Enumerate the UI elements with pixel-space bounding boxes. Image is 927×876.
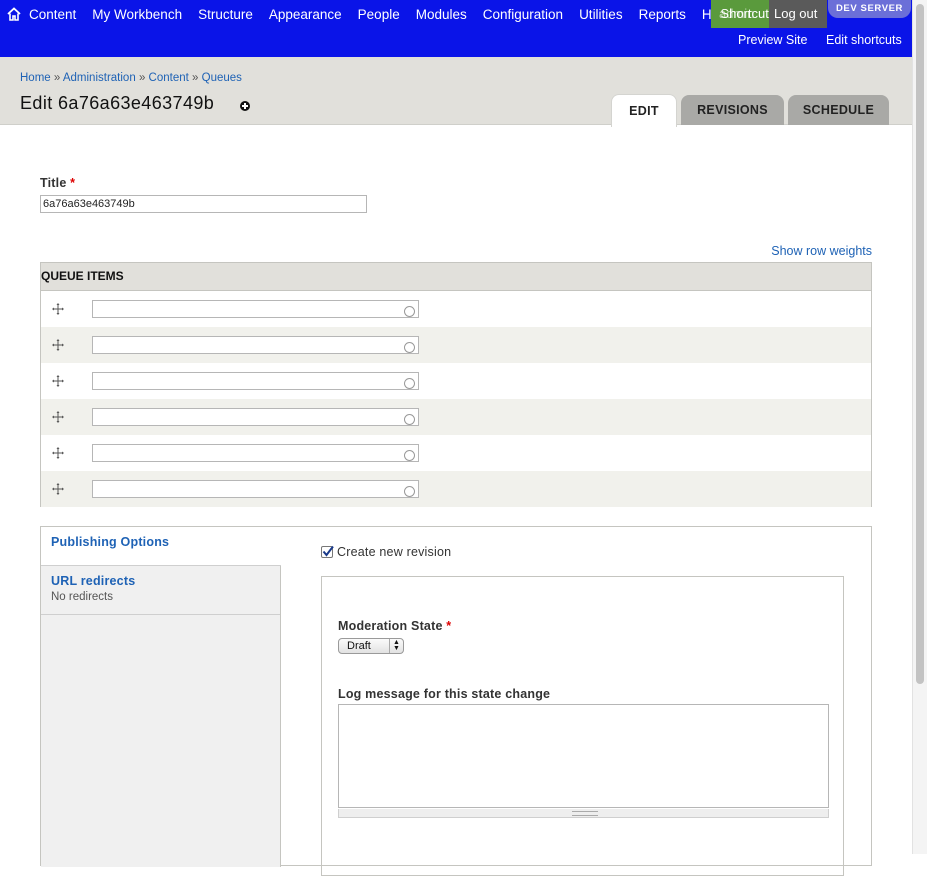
create-revision-label[interactable]: Create new revision [337,545,451,559]
menu-item-appearance[interactable]: Appearance [269,7,342,22]
title-label: Title * [40,176,75,190]
checkmark-icon [322,545,334,557]
vertical-tabs-menu: Publishing Options URL redirects No redi… [41,527,281,867]
edit-shortcuts-link[interactable]: Edit shortcuts [826,33,902,47]
breadcrumb-separator: » [138,72,146,84]
queue-items-header: QUEUE ITEMS [41,263,871,291]
vtab-publishing-title[interactable]: Publishing Options [51,535,271,549]
show-row-weights-link[interactable]: Show row weights [771,244,872,258]
title-input[interactable] [40,195,367,213]
menu-item-my-workbench[interactable]: My Workbench [92,7,182,22]
moderation-state-label-text: Moderation State [338,619,443,633]
queue-item-row [41,327,871,363]
vtab-redirects-summary: No redirects [51,591,113,603]
queue-item-row [41,363,871,399]
autocomplete-throbber-icon [404,306,415,317]
menu-item-configuration[interactable]: Configuration [483,7,563,22]
required-marker: * [446,619,452,633]
queue-item-autocomplete-input[interactable] [92,372,419,390]
create-revision-field[interactable]: Create new revision [321,545,451,559]
menu-item-modules[interactable]: Modules [416,7,467,22]
queue-items-table: QUEUE ITEMS [40,262,872,507]
moderation-state-select[interactable]: Draft ▲ ▼ [338,638,404,654]
queue-item-autocomplete-input[interactable] [92,480,419,498]
home-icon[interactable] [6,6,22,22]
menu-item-reports[interactable]: Reports [639,7,686,22]
log-message-textarea[interactable] [338,704,829,808]
drag-handle-icon[interactable] [52,375,64,387]
breadcrumb-home[interactable]: Home [20,72,51,84]
env-badge: DEV SERVER [828,0,911,18]
required-marker: * [70,176,76,190]
queue-item-row [41,399,871,435]
preview-site-link[interactable]: Preview Site [738,33,807,47]
autocomplete-throbber-icon [404,342,415,353]
menu-item-content[interactable]: Content [29,7,76,22]
scrollbar-thumb[interactable] [916,4,924,684]
queue-item-autocomplete-input[interactable] [92,408,419,426]
breadcrumb: Home » Administration » Content » Queues [20,72,242,84]
breadcrumb-separator: » [192,72,199,84]
vertical-tabs: Publishing Options URL redirects No redi… [40,526,872,876]
create-revision-checkbox[interactable] [321,545,334,558]
toolbar-menu: Content My Workbench Structure Appearanc… [29,0,746,28]
queue-item-row [41,291,871,327]
queue-item-autocomplete-input[interactable] [92,300,419,318]
moderation-fieldset: Moderation State * Draft ▲ ▼ Log message … [321,576,844,876]
select-arrows-icon: ▲ ▼ [389,639,403,653]
queue-item-row [41,471,871,507]
log-message-label: Log message for this state change [338,687,551,701]
autocomplete-throbber-icon [404,414,415,425]
vtab-publishing-options[interactable]: Publishing Options [41,527,281,566]
textarea-resize-bar[interactable] [338,809,829,818]
queue-item-autocomplete-input[interactable] [92,444,419,462]
vtab-url-redirects[interactable]: URL redirects No redirects [41,566,280,615]
autocomplete-throbber-icon [404,378,415,389]
breadcrumb-administration[interactable]: Administration [63,72,136,84]
tab-schedule[interactable]: SCHEDULE [788,95,889,125]
shortcuts-toggle[interactable]: adminShortcuts [711,0,769,28]
tab-edit[interactable]: EDIT [611,94,677,127]
breadcrumb-content[interactable]: Content [149,72,189,84]
page-scrollbar[interactable] [912,0,927,854]
admin-toolbar: Content My Workbench Structure Appearanc… [0,0,912,57]
drag-handle-icon[interactable] [52,303,64,315]
drag-handle-icon[interactable] [52,339,64,351]
drag-handle-icon[interactable] [52,483,64,495]
menu-item-structure[interactable]: Structure [198,7,253,22]
drag-handle-icon[interactable] [52,411,64,423]
tab-revisions[interactable]: REVISIONS [681,95,784,125]
drag-handle-icon[interactable] [52,447,64,459]
moderation-state-value: Draft [347,640,371,652]
autocomplete-throbber-icon [404,486,415,497]
logout-button[interactable]: Log out [769,0,827,28]
user-name[interactable]: admin [719,6,754,21]
vtab-redirects-title[interactable]: URL redirects [51,574,270,588]
autocomplete-throbber-icon [404,450,415,461]
add-shortcut-icon[interactable] [240,101,250,111]
menu-item-utilities[interactable]: Utilities [579,7,623,22]
page-header: Home » Administration » Content » Queues… [0,57,912,127]
title-label-text: Title [40,176,67,190]
breadcrumb-separator: » [53,72,61,84]
queue-item-autocomplete-input[interactable] [92,336,419,354]
menu-item-people[interactable]: People [358,7,400,22]
moderation-state-label: Moderation State * [338,619,451,633]
queue-item-row [41,435,871,471]
queue-items-list [41,291,871,507]
breadcrumb-queues[interactable]: Queues [202,72,242,84]
page-title: Edit 6a76a63e463749b [20,93,215,113]
